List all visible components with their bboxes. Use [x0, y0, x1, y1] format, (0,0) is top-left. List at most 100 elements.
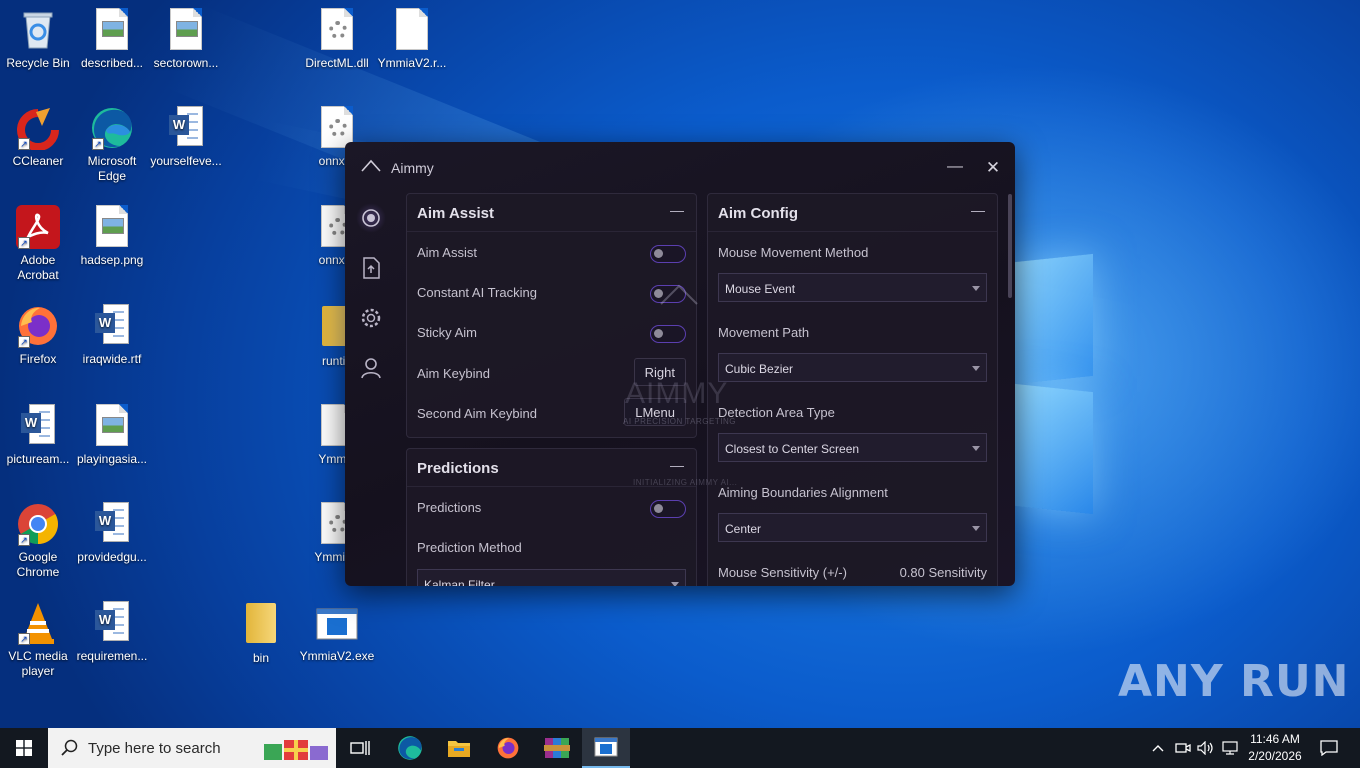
desktop-icon-playingasia[interactable]: playingasia...	[74, 404, 150, 467]
desktop-icon-requiremen[interactable]: W requiremen...	[74, 601, 150, 664]
target-icon	[362, 209, 380, 227]
aim-assist-row: Aim Assist	[417, 240, 686, 266]
clock[interactable]: 11:46 AM 2/20/2026	[1240, 731, 1310, 765]
desktop-icon-label: playingasia...	[76, 452, 148, 466]
word-doc-icon: W	[90, 304, 134, 348]
taskbar-ymmia[interactable]	[582, 728, 630, 768]
chevron-down-icon	[671, 582, 679, 586]
anyrun-watermark: ANY RUN	[1118, 656, 1350, 707]
side-navigation	[345, 192, 397, 586]
network-icon	[1222, 741, 1238, 755]
predictions-toggle[interactable]	[650, 500, 686, 518]
minimize-button[interactable]: —	[943, 156, 967, 180]
detection-area-dropdown[interactable]: Closest to Center Screen	[718, 433, 987, 462]
desktop-icon-ccleaner[interactable]: ↗ CCleaner	[0, 106, 76, 169]
desktop-icon-firefox[interactable]: ↗ Firefox	[0, 304, 76, 367]
collapse-button[interactable]: —	[670, 202, 684, 218]
boundaries-row: Aiming Boundaries Alignment	[718, 480, 987, 506]
aim-assist-toggle[interactable]	[650, 245, 686, 263]
firefox-icon	[497, 737, 519, 759]
desktop-icon-hadsep[interactable]: hadsep.png	[74, 205, 150, 268]
aim-assist-header[interactable]: Aim Assist —	[407, 194, 696, 232]
settings-menu-button[interactable]	[356, 303, 386, 333]
clock-time: 11:46 AM	[1250, 732, 1300, 746]
models-menu-button[interactable]	[356, 253, 386, 283]
chrome-icon: ↗	[16, 502, 60, 546]
aim-config-header[interactable]: Aim Config —	[708, 194, 997, 232]
prediction-method-dropdown[interactable]: Kalman Filter	[417, 569, 686, 586]
word-doc-icon: W	[16, 404, 60, 448]
exe-file-icon	[315, 601, 359, 645]
tray-network-button[interactable]	[1219, 728, 1241, 768]
start-button[interactable]	[0, 728, 48, 768]
desktop-icon-providedgu[interactable]: W providedgu...	[74, 502, 150, 565]
desktop-icon-microsoft-edge[interactable]: ↗ Microsoft Edge	[74, 106, 150, 184]
desktop-icon-label: hadsep.png	[80, 253, 144, 267]
detection-area-row: Detection Area Type	[718, 400, 987, 426]
desktop-icon-google-chrome[interactable]: ↗ Google Chrome	[0, 502, 76, 580]
desktop-icon-label: yourselfeve...	[150, 154, 222, 168]
task-view-button[interactable]	[336, 728, 384, 768]
desktop-icon-iraqwide[interactable]: W iraqwide.rtf	[74, 304, 150, 367]
movement-path-label: Movement Path	[718, 325, 810, 340]
tray-meet-button[interactable]	[1172, 728, 1194, 768]
desktop-icon-directml[interactable]: DirectML.dll	[299, 8, 375, 71]
desktop-icon-pictuream[interactable]: W pictuream...	[0, 404, 76, 467]
desktop-icon-described[interactable]: described...	[74, 8, 150, 71]
collapse-button[interactable]: —	[670, 457, 684, 473]
splash-logo-icon	[660, 284, 698, 305]
image-file-icon	[90, 8, 134, 52]
chevron-up-icon	[1152, 745, 1164, 752]
firefox-icon: ↗	[16, 304, 60, 348]
shortcut-arrow-icon: ↗	[18, 633, 30, 645]
desktop-icon-ymmiav2-r[interactable]: YmmiaV2.r...	[374, 8, 450, 71]
movement-path-value: Cubic Bezier	[725, 362, 794, 376]
sensitivity-label: Mouse Sensitivity (+/-)	[718, 565, 847, 580]
aim-menu-button[interactable]	[356, 203, 386, 233]
desktop-icon-label: bin	[252, 651, 269, 665]
close-button[interactable]: ✕	[981, 156, 1005, 180]
taskbar-winrar[interactable]	[533, 728, 581, 768]
desktop-icon-label: providedgu...	[77, 550, 147, 564]
boundaries-dropdown[interactable]: Center	[718, 513, 987, 542]
recycle-bin-icon	[16, 8, 60, 52]
desktop-icon-ymmiav2-exe[interactable]: YmmiaV2.exe	[299, 601, 375, 664]
notifications-button[interactable]	[1314, 728, 1344, 768]
aim-assist-title: Aim Assist	[417, 205, 494, 222]
sticky-aim-toggle[interactable]	[650, 325, 686, 343]
windows-start-icon	[16, 740, 32, 756]
movement-method-dropdown[interactable]: Mouse Event	[718, 273, 987, 302]
movement-method-value: Mouse Event	[725, 282, 796, 296]
collapse-button[interactable]: —	[971, 202, 985, 218]
desktop-icon-sectorown[interactable]: sectorown...	[148, 8, 224, 71]
taskbar-file-explorer[interactable]	[435, 728, 483, 768]
shortcut-arrow-icon: ↗	[18, 336, 30, 348]
desktop-icon-adobe-acrobat[interactable]: ↗ Adobe Acrobat	[0, 205, 76, 283]
chevron-down-icon	[972, 526, 980, 531]
search-icon	[61, 739, 78, 756]
windows-logo-pane	[1015, 253, 1093, 385]
gear-icon	[361, 308, 381, 328]
desktop-icon-vlc[interactable]: ↗ VLC media player	[0, 601, 76, 679]
desktop-icon-bin[interactable]: bin	[223, 601, 299, 666]
title-bar[interactable]: Aimmy — ✕	[345, 142, 1015, 192]
prediction-method-label: Prediction Method	[417, 540, 522, 555]
sensitivity-row: Mouse Sensitivity (+/-) 0.80 Sensitivity	[718, 560, 987, 586]
movement-path-dropdown[interactable]: Cubic Bezier	[718, 353, 987, 382]
aim-config-panel: Aim Config — Mouse Movement Method Mouse…	[707, 193, 998, 586]
tray-volume-button[interactable]	[1195, 728, 1217, 768]
predictions-panel: Predictions — Predictions Prediction Met…	[406, 448, 697, 586]
desktop-icon-yourselfeve[interactable]: W yourselfeve...	[148, 106, 224, 169]
desktop-icon-label: Firefox	[19, 352, 57, 366]
account-menu-button[interactable]	[356, 353, 386, 383]
desktop-icon-recycle-bin[interactable]: Recycle Bin	[0, 8, 76, 71]
search-box[interactable]: Type here to search	[48, 728, 336, 768]
taskbar-firefox[interactable]	[484, 728, 532, 768]
taskbar-edge[interactable]	[386, 728, 434, 768]
task-view-icon	[350, 741, 370, 755]
winrar-icon	[544, 738, 570, 758]
second-keybind-label: Second Aim Keybind	[417, 406, 537, 421]
scrollbar-thumb[interactable]	[1008, 194, 1012, 298]
tray-overflow-button[interactable]	[1148, 728, 1168, 768]
desktop-icon-label: iraqwide.rtf	[82, 352, 142, 366]
